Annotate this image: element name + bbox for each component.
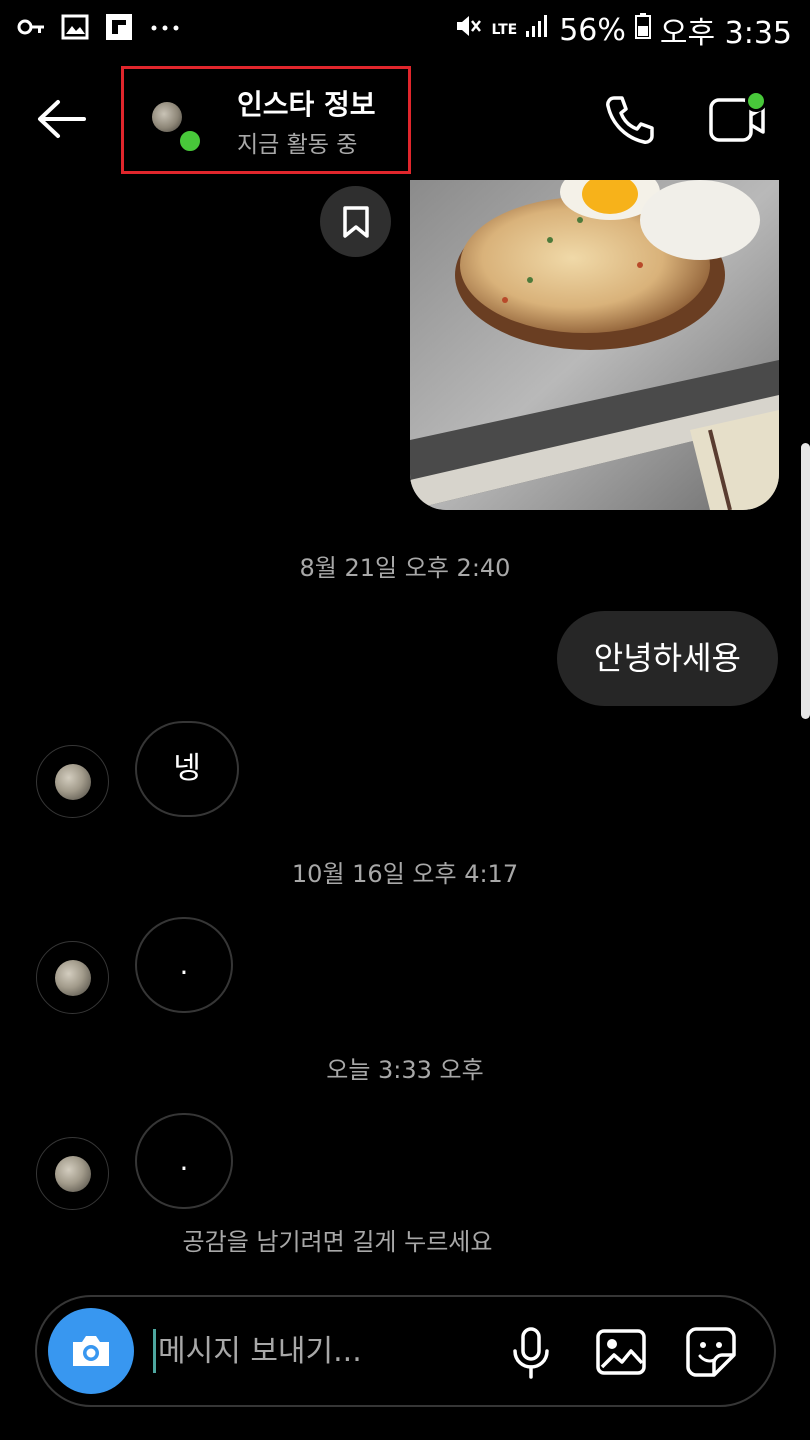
online-indicator bbox=[176, 127, 204, 155]
battery-percent: 56% bbox=[559, 12, 626, 48]
incoming-message[interactable]: 넹 bbox=[135, 721, 239, 817]
sender-avatar[interactable] bbox=[36, 1137, 109, 1210]
camera-button[interactable] bbox=[48, 1308, 134, 1394]
sticker-button[interactable] bbox=[684, 1325, 738, 1379]
voice-message-button[interactable] bbox=[509, 1325, 553, 1381]
back-button[interactable] bbox=[32, 94, 92, 144]
moon-avatar-icon bbox=[54, 1155, 91, 1192]
flipboard-icon bbox=[104, 12, 134, 46]
bookmark-icon bbox=[342, 205, 369, 238]
active-status: 지금 활동 중 bbox=[237, 132, 358, 158]
phone-icon bbox=[606, 96, 654, 144]
video-active-indicator bbox=[745, 90, 767, 112]
status-bar-left bbox=[16, 12, 182, 46]
text-cursor bbox=[153, 1329, 156, 1373]
photo-message[interactable] bbox=[410, 180, 779, 510]
network-type: LTE bbox=[491, 22, 518, 38]
avatar bbox=[152, 102, 182, 132]
food-photo bbox=[410, 180, 779, 510]
chat-header: 인스타 정보 지금 활동 중 bbox=[0, 60, 810, 180]
status-bar-right: LTE 56% 오후 3:35 bbox=[453, 8, 792, 52]
incoming-message[interactable]: . bbox=[135, 917, 233, 1013]
save-photo-button[interactable] bbox=[320, 186, 391, 257]
timestamp: 오늘 3:33 오후 bbox=[326, 1056, 484, 1084]
gallery-icon bbox=[596, 1329, 646, 1375]
image-icon bbox=[60, 12, 90, 46]
incoming-message[interactable]: . bbox=[135, 1113, 233, 1209]
battery-icon bbox=[634, 11, 652, 49]
timestamp: 8월 21일 오후 2:40 bbox=[299, 554, 511, 582]
sender-avatar[interactable] bbox=[36, 941, 109, 1014]
gallery-button[interactable] bbox=[594, 1327, 648, 1377]
more-notifications-icon bbox=[148, 12, 182, 46]
voice-call-button[interactable] bbox=[600, 90, 660, 150]
status-bar: LTE 56% 오후 3:35 bbox=[0, 0, 810, 60]
video-call-button[interactable] bbox=[705, 88, 769, 148]
reaction-hint: 공감을 남기려면 길게 누르세요 bbox=[182, 1228, 493, 1256]
sender-avatar[interactable] bbox=[36, 745, 109, 818]
outgoing-message[interactable]: 안녕하세용 bbox=[556, 611, 778, 706]
timestamp: 10월 16일 오후 4:17 bbox=[291, 860, 519, 888]
scrollbar-handle[interactable] bbox=[801, 443, 810, 719]
contact-name: 인스타 정보 bbox=[237, 88, 376, 121]
moon-avatar-icon bbox=[54, 959, 91, 996]
microphone-icon bbox=[513, 1327, 549, 1379]
key-icon bbox=[16, 12, 46, 46]
sticker-icon bbox=[686, 1327, 736, 1377]
mute-icon bbox=[453, 11, 483, 49]
moon-avatar-icon bbox=[54, 763, 91, 800]
signal-icon bbox=[525, 11, 551, 49]
arrow-left-icon bbox=[38, 100, 86, 138]
camera-icon bbox=[73, 1336, 109, 1366]
lte-icon: LTE bbox=[491, 23, 517, 37]
profile-header[interactable]: 인스타 정보 지금 활동 중 bbox=[121, 66, 411, 174]
clock: 오후 3:35 bbox=[659, 16, 792, 51]
message-input[interactable] bbox=[158, 1323, 488, 1379]
message-composer bbox=[35, 1295, 776, 1407]
